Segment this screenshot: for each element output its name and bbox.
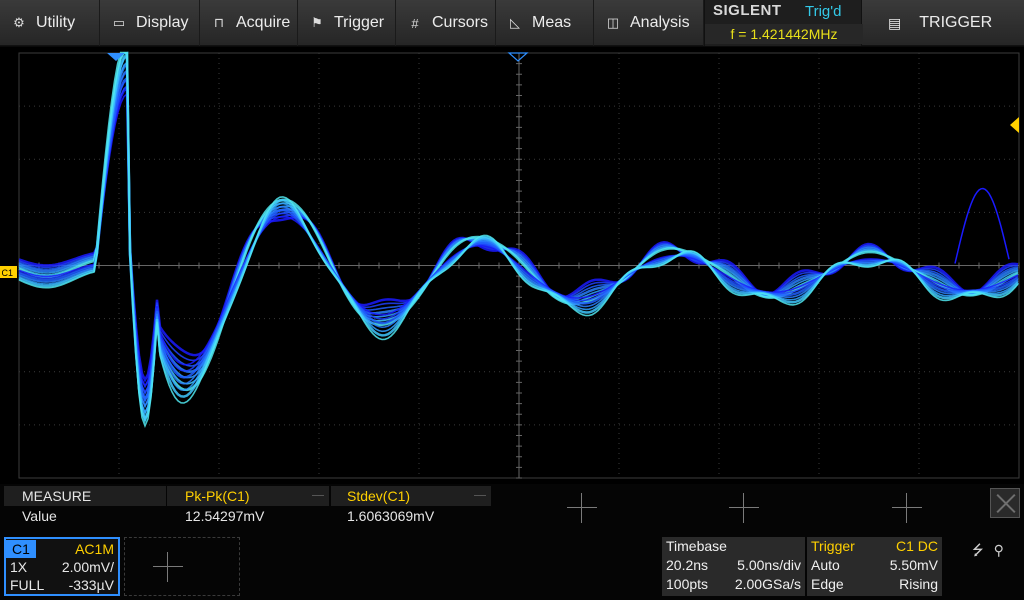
trigger-level-marker [1010,117,1019,133]
measure-header: MEASURE [4,486,166,506]
status-box: SIGLENT Trig'd f = 1.421442MHz [704,0,863,46]
analysis-icon: ◫ [606,15,620,30]
add-measure-slot[interactable] [729,493,759,523]
timebase-scale: 5.00ns/div [737,557,801,573]
ruler-icon: ◺ [510,15,520,30]
trigger-histogram [954,187,1010,264]
measure-item-pkpk[interactable]: Pk-Pk(C1) [167,486,329,506]
waveform-canvas: C1 [0,51,1020,479]
trigger-title: Trigger [811,538,855,554]
menu-analysis[interactable]: ◫ Analysis [594,0,704,46]
waveform-display[interactable]: C1 [0,47,1024,484]
trigger-type: Edge [811,576,844,592]
channel1-bandwidth: FULL [10,577,45,593]
trigger-slope: Rising [899,576,938,592]
collapse-icon[interactable] [474,495,486,496]
flag-icon: ⚑ [311,15,323,30]
cursors-icon: # [411,15,419,31]
trigger-status: Trig'd [805,3,842,20]
menu-meas[interactable]: ◺ Meas [496,0,594,46]
channel1-scale: 2.00mV/ [61,559,114,575]
channel1-label: C1 [6,540,36,558]
timebase-delay: 20.2ns [666,557,709,573]
collapse-icon[interactable] [312,495,324,496]
network-icon[interactable]: ⚲ [994,542,1004,558]
add-channel-slot[interactable] [124,537,240,596]
channel1-probe: 1X [10,559,28,575]
channel1-marker-label: C1 [2,268,14,278]
menu-trigger-label: Trigger [334,14,385,31]
menu-acquire[interactable]: ⊓ Acquire [200,0,298,46]
menu-utility-label: Utility [36,14,76,31]
channel1-info[interactable]: C1 AC1M 1X 2.00mV/ FULL -333µV [4,537,120,596]
brand-logo: SIGLENT [713,2,782,19]
trigger-menu-label: TRIGGER [919,14,993,31]
histogram-curve [954,187,1010,264]
add-measure-slot[interactable] [567,493,597,523]
trigger-mode: Auto [811,557,840,573]
timebase-info[interactable]: Timebase 20.2ns 5.00ns/div 100pts 2.00GS… [662,537,805,596]
gear-icon: ⚙ [13,15,25,30]
channel1-offset: -333µV [68,577,114,593]
trigger-level: 5.50mV [889,557,938,573]
add-icon [153,552,213,582]
menu-acquire-label: Acquire [236,14,291,31]
menu-display[interactable]: ▭ Display [100,0,200,46]
trigger-menu-icon: ▤ [888,14,902,31]
add-measure-slot[interactable] [892,493,922,523]
measure-value-stdev: 1.6063069mV [347,508,435,524]
acquire-icon: ⊓ [213,15,225,30]
timebase-sample-rate: 2.00GSa/s [734,576,801,592]
menu-analysis-label: Analysis [630,14,690,31]
menu-meas-label: Meas [532,14,572,31]
menu-cursors[interactable]: # Cursors [396,0,496,46]
menu-bar: ⚙ Utility ▭ Display ⊓ Acquire ⚑ Trigger … [0,0,1024,46]
trigger-menu-tab[interactable]: ▤ TRIGGER [866,0,1024,46]
menu-cursors-label: Cursors [432,14,489,31]
close-icon[interactable] [990,488,1020,518]
menu-trigger[interactable]: ⚑ Trigger [298,0,396,46]
usb-icon[interactable]: ⭍ [972,542,984,558]
menu-display-label: Display [136,14,189,31]
monitor-icon: ▭ [112,15,126,30]
trigger-info[interactable]: Trigger C1 DC Auto 5.50mV Edge Rising [807,537,942,596]
timebase-points: 100pts [666,576,709,592]
timebase-title: Timebase [666,538,727,554]
frequency-counter: f = 1.421442MHz [705,24,863,44]
system-icons: ⭍ ⚲ [972,540,1004,564]
trigger-source: C1 DC [895,538,938,554]
measure-panel: MEASURE Value Pk-Pk(C1) 12.54297mV Stdev… [0,484,1024,534]
measure-value-label: Value [22,508,57,524]
menu-utility[interactable]: ⚙ Utility [0,0,100,46]
measure-item-stdev[interactable]: Stdev(C1) [331,486,491,506]
measure-value-pkpk: 12.54297mV [185,508,265,524]
time-reference-marker [507,52,529,62]
channel1-coupling: AC1M [75,541,114,557]
